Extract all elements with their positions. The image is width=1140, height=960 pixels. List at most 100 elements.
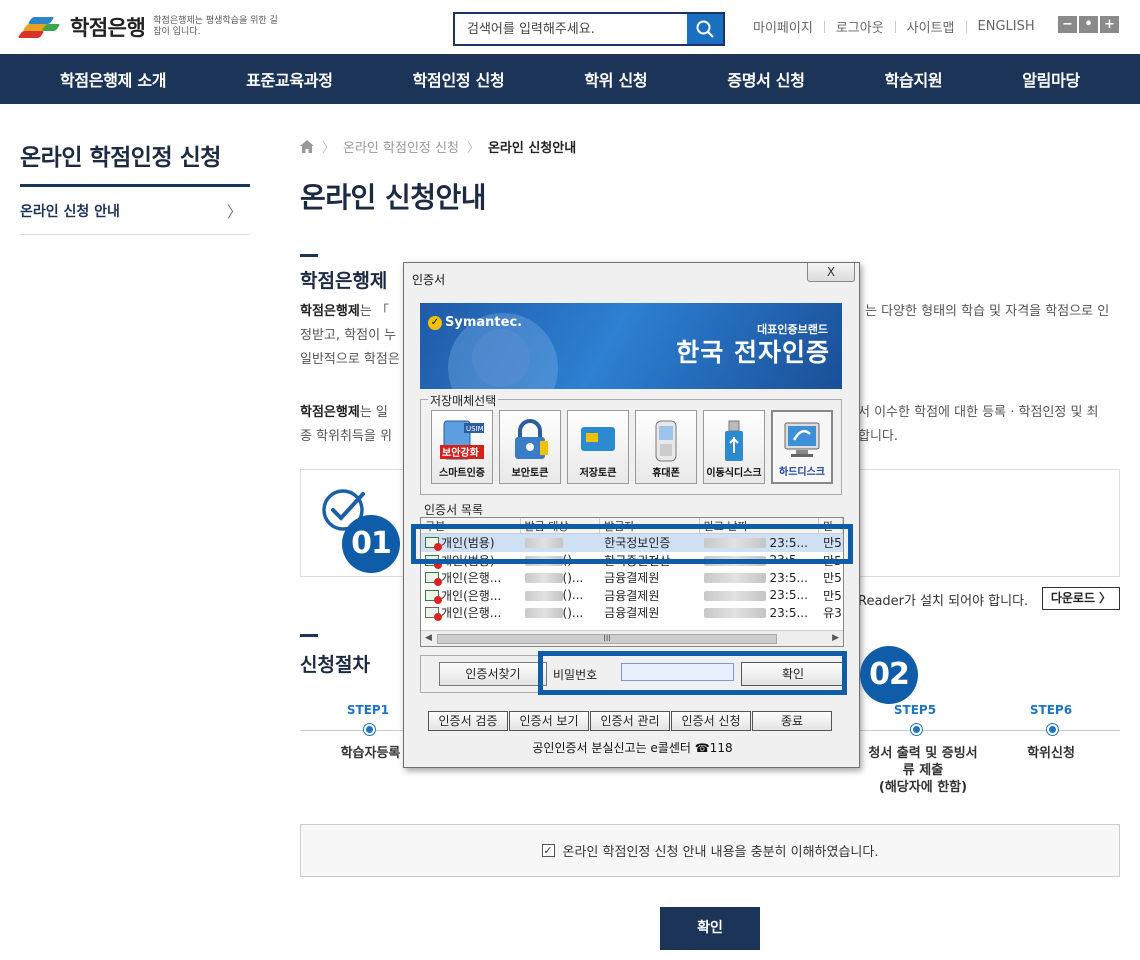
section-title-credit-bank: 학점은행제 bbox=[300, 270, 388, 292]
view-cert-button[interactable]: 인증서 보기 bbox=[509, 711, 589, 731]
nav-item-intro[interactable]: 학점은행제 소개 bbox=[60, 67, 167, 91]
step5-label: STEP5 bbox=[893, 703, 937, 717]
dialog-close-button[interactable]: X bbox=[807, 263, 855, 282]
step1-name[interactable]: 학습자등록 bbox=[328, 745, 413, 762]
cert-issuer: 금융결제원 bbox=[604, 606, 660, 621]
scroll-left-icon[interactable]: ◀ bbox=[425, 633, 432, 643]
cert-type: 개인(은행... bbox=[441, 571, 502, 586]
cert-expiry: 23:5... bbox=[769, 570, 808, 585]
lnb-item-online-guide[interactable]: 온라인 신청 안내 〉 bbox=[20, 188, 250, 235]
nav-item-credit-apply[interactable]: 학점인정 신청 bbox=[413, 67, 505, 91]
step-badge-02: 02 bbox=[860, 646, 918, 704]
text: 서 이수한 학점에 대한 등록 · 학점인정 및 최 bbox=[858, 405, 1099, 420]
main-nav: 학점은행제 소개 표준교육과정 학점인정 신청 학위 신청 증명서 신청 학습지… bbox=[0, 54, 1140, 104]
exit-button[interactable]: 종료 bbox=[752, 711, 832, 731]
download-button[interactable]: 다운로드 〉 bbox=[1042, 587, 1120, 610]
logo-subtitle: 학점은행제는 평생학습을 위한 길잡이 입니다. bbox=[153, 16, 278, 37]
find-certificate-button[interactable]: 인증서찾기 bbox=[439, 662, 547, 686]
lnb-divider bbox=[20, 184, 250, 187]
cert-row[interactable]: 개인(은행... ()... 금융결제원 23:5... 만5 bbox=[421, 569, 843, 587]
search-box bbox=[453, 12, 725, 46]
site-logo[interactable]: 학점은행 학점은행제는 평생학습을 위한 길잡이 입니다. bbox=[17, 12, 283, 42]
media-storage-token[interactable]: 저장토큰 bbox=[567, 410, 629, 484]
step6-name[interactable]: 학위신청 bbox=[1011, 745, 1091, 762]
scroll-right-icon[interactable]: ▶ bbox=[832, 633, 839, 643]
util-logout[interactable]: 로그아웃 bbox=[836, 17, 884, 36]
apply-cert-button[interactable]: 인증서 신청 bbox=[671, 711, 751, 731]
media-mobile-phone[interactable]: 휴대폰 bbox=[635, 410, 697, 484]
section-mark bbox=[300, 634, 318, 637]
media-selector: 저장매체선택 USIM 보안강화 스마트인증 보안토큰 저장토큰 휴대폰 이동식… bbox=[420, 392, 842, 495]
util-sitemap[interactable]: 사이트맵 bbox=[907, 17, 955, 36]
cert-extra: 만5 bbox=[823, 588, 842, 603]
verify-cert-button[interactable]: 인증서 검증 bbox=[428, 711, 508, 731]
util-english[interactable]: ENGLISH bbox=[978, 19, 1035, 34]
logo-mark-icon bbox=[17, 16, 64, 38]
cert-extra: 만5 bbox=[823, 571, 842, 586]
media-label-text: 저장토큰 bbox=[579, 468, 617, 479]
check-icon: ✓ bbox=[428, 315, 442, 330]
media-label-text: 스마트인증 bbox=[439, 468, 485, 479]
step-badge-01: 01 bbox=[342, 515, 400, 573]
dialog-title: 인증서 bbox=[412, 273, 446, 287]
lnb-title: 온라인 학점인정 신청 bbox=[20, 145, 221, 171]
horizontal-scrollbar[interactable]: ◀ III ▶ bbox=[421, 630, 843, 646]
home-icon[interactable] bbox=[300, 140, 314, 153]
dialog-bottom-buttons: 인증서 검증 인증서 보기 인증서 관리 인증서 신청 종료 bbox=[428, 711, 833, 731]
highlight-password bbox=[538, 651, 847, 695]
text: 종 학위취득을 위 bbox=[300, 429, 392, 444]
cert-type: 개인(은행... bbox=[441, 588, 502, 603]
breadcrumb-sep: 〉 bbox=[466, 141, 480, 156]
agree-checkbox[interactable]: ✓ bbox=[541, 844, 555, 857]
breadcrumb-sep: 〉 bbox=[322, 141, 336, 156]
monitor-icon bbox=[784, 422, 820, 457]
chevron-right-icon: 〉 bbox=[226, 202, 242, 221]
search-icon bbox=[696, 20, 714, 38]
manage-cert-button[interactable]: 인증서 관리 bbox=[590, 711, 670, 731]
confirm-button[interactable]: 확인 bbox=[660, 907, 760, 950]
breadcrumb-level1[interactable]: 온라인 학점인정 신청 bbox=[343, 137, 459, 156]
zoom-reset-button[interactable]: • bbox=[1079, 16, 1098, 33]
cert-issuer: 금융결제원 bbox=[604, 571, 660, 586]
certificate-icon bbox=[425, 589, 442, 604]
card-token-icon bbox=[581, 427, 615, 451]
nav-item-certificate[interactable]: 증명서 신청 bbox=[727, 67, 805, 91]
usb-drive-icon bbox=[725, 420, 743, 461]
section-title-procedure: 신청절차 bbox=[300, 654, 370, 676]
symantec-text: Symantec. bbox=[445, 315, 523, 330]
text: 는 일 bbox=[359, 405, 388, 420]
cert-expiry: 23:5... bbox=[769, 588, 808, 603]
phone-icon bbox=[655, 420, 677, 462]
certificate-icon bbox=[425, 607, 442, 622]
media-security-token[interactable]: 보안토큰 bbox=[499, 410, 561, 484]
nav-item-learning-support[interactable]: 학습지원 bbox=[885, 67, 943, 91]
text: 는 다양한 형태의 학습 및 자격을 학점으로 인 bbox=[865, 304, 1110, 319]
page-title: 온라인 신청안내 bbox=[300, 181, 487, 214]
nav-item-notice[interactable]: 알림마당 bbox=[1022, 67, 1080, 91]
media-removable-disk[interactable]: 이동식디스크 bbox=[703, 410, 765, 484]
search-button[interactable] bbox=[687, 14, 723, 44]
nav-item-degree-apply[interactable]: 학위 신청 bbox=[584, 67, 647, 91]
zoom-out-button[interactable]: − bbox=[1058, 16, 1077, 33]
smartphone-usim-icon: USIM 보안강화 bbox=[440, 420, 484, 460]
scroll-thumb[interactable]: III bbox=[437, 634, 777, 644]
term-bold: 학점은행제 bbox=[300, 304, 360, 319]
media-label-text: 휴대폰 bbox=[652, 468, 680, 479]
step5-name[interactable]: 청서 출력 및 증빙서 류 제출 (해당자에 한함) bbox=[858, 745, 988, 796]
top-bar: 학점은행 학점은행제는 평생학습을 위한 길잡이 입니다. 마이페이지 로그아웃… bbox=[0, 0, 1140, 54]
step1-dot bbox=[364, 724, 375, 735]
zoom-in-button[interactable]: + bbox=[1100, 16, 1119, 33]
cert-row[interactable]: 개인(은행... ()... 금융결제원 23:5... 유3 bbox=[421, 604, 843, 622]
util-mypage[interactable]: 마이페이지 bbox=[753, 17, 813, 36]
masked-date bbox=[703, 590, 766, 601]
search-input[interactable] bbox=[455, 14, 687, 44]
cert-row[interactable]: 개인(은행... ()... 금융결제원 23:5... 만5 bbox=[421, 587, 843, 605]
nav-item-curriculum[interactable]: 표준교육과정 bbox=[246, 67, 333, 91]
section-mark bbox=[300, 254, 318, 257]
highlight-cert-row bbox=[411, 524, 853, 564]
agree-label[interactable]: 온라인 학점인정 신청 안내 내용을 충분히 이해하였습니다. bbox=[563, 841, 879, 860]
breadcrumb: 〉 온라인 학점인정 신청 〉 온라인 신청안내 bbox=[300, 137, 576, 156]
media-hard-disk[interactable]: 하드디스크 bbox=[771, 410, 833, 484]
media-smart-auth[interactable]: USIM 보안강화 스마트인증 bbox=[431, 410, 493, 484]
masked-date bbox=[703, 573, 766, 584]
